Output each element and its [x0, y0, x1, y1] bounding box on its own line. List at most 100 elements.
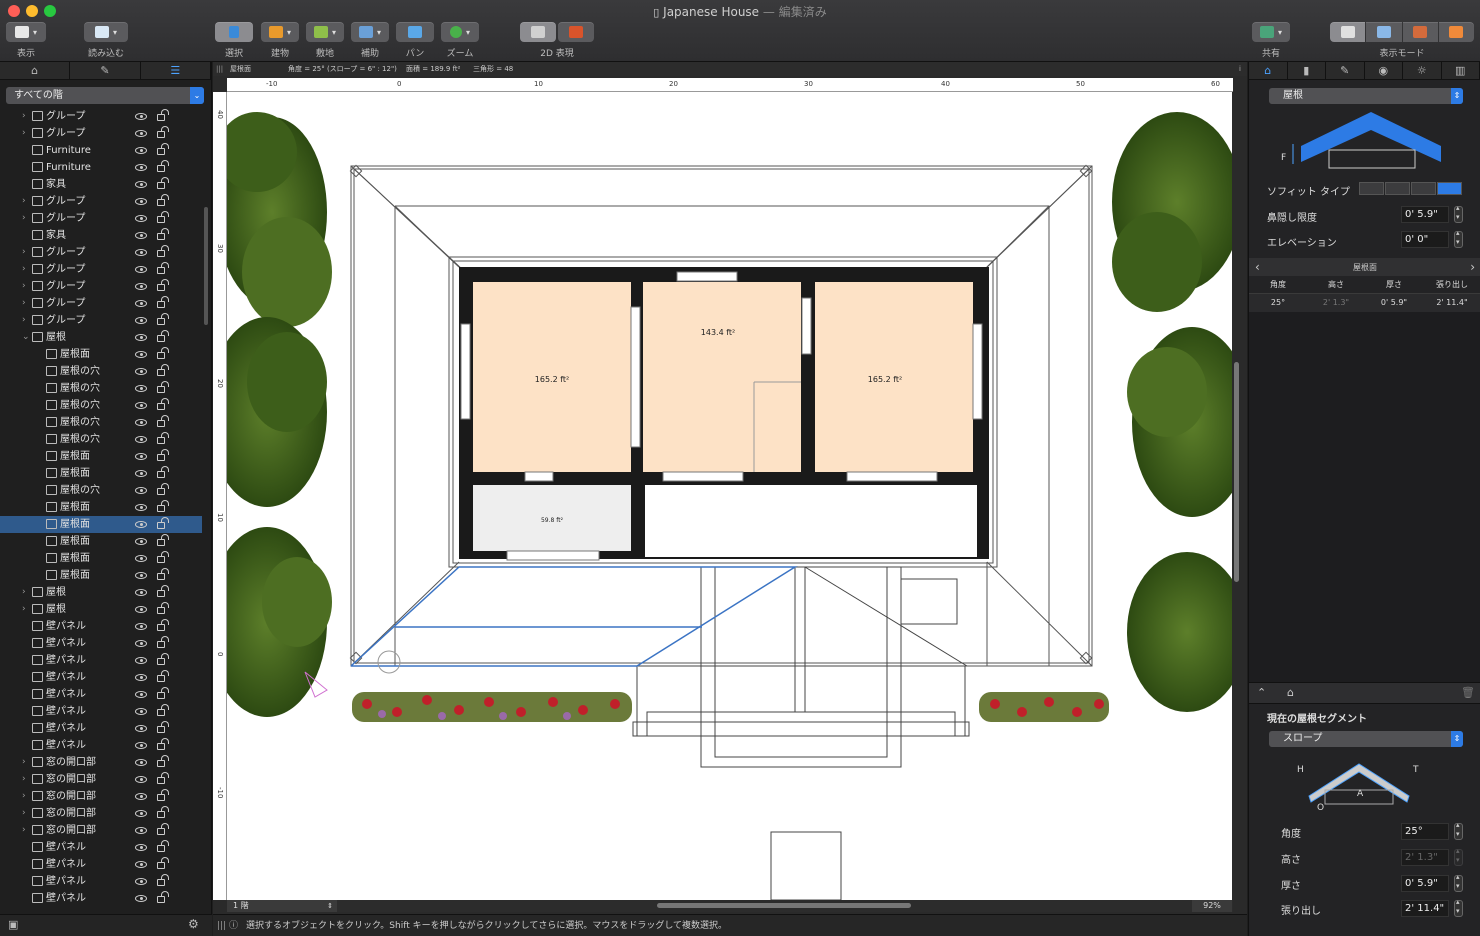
eye-icon[interactable]: [135, 385, 147, 392]
list-item[interactable]: 屋根面: [0, 516, 202, 533]
zoom-tool[interactable]: ▾ ズーム: [441, 22, 479, 59]
list-item[interactable]: 壁パネル: [0, 618, 202, 635]
list-item[interactable]: 壁パネル: [0, 635, 202, 652]
eye-icon[interactable]: [135, 317, 147, 324]
eye-icon[interactable]: [135, 742, 147, 749]
eye-icon[interactable]: [135, 453, 147, 460]
viewmode-tool[interactable]: 表示モード: [1330, 22, 1474, 59]
eye-icon[interactable]: [135, 351, 147, 358]
list-item[interactable]: 屋根面: [0, 448, 202, 465]
eye-icon[interactable]: [135, 436, 147, 443]
soffit-type-3-button[interactable]: [1411, 182, 1436, 195]
tab-object[interactable]: ⌂: [1249, 62, 1288, 79]
list-item[interactable]: Furniture: [0, 159, 202, 176]
unlock-icon[interactable]: [157, 194, 169, 206]
eye-icon[interactable]: [135, 657, 147, 664]
unlock-icon[interactable]: [157, 704, 169, 716]
list-item[interactable]: › 窓の開口部: [0, 822, 202, 839]
unlock-icon[interactable]: [157, 313, 169, 325]
zoom-level[interactable]: 92%: [1192, 900, 1232, 912]
unlock-icon[interactable]: [157, 177, 169, 189]
eye-icon[interactable]: [135, 113, 147, 120]
angle-stepper[interactable]: [1454, 821, 1463, 840]
eye-icon[interactable]: [135, 181, 147, 188]
plan-canvas[interactable]: 165.2 ft² 143.4 ft² 165.2 ft² 59.8 ft²: [227, 92, 1232, 900]
viewmode-plan-button[interactable]: [1330, 22, 1366, 42]
eye-icon[interactable]: [135, 572, 147, 579]
share-button[interactable]: ▾: [1252, 22, 1290, 42]
chevron-right-icon[interactable]: ›: [22, 312, 30, 329]
list-item[interactable]: › グループ: [0, 278, 202, 295]
table-row[interactable]: 25° 2' 1.3" 0' 5.9" 2' 11.4": [1249, 294, 1480, 312]
list-item[interactable]: 壁パネル: [0, 839, 202, 856]
site-button[interactable]: ▾: [306, 22, 344, 42]
chevron-right-icon[interactable]: ›: [22, 210, 30, 227]
list-item[interactable]: 壁パネル: [0, 856, 202, 873]
unlock-icon[interactable]: [157, 670, 169, 682]
list-item[interactable]: › 窓の開口部: [0, 788, 202, 805]
unlock-icon[interactable]: [157, 653, 169, 665]
tree-scrollbar[interactable]: [204, 207, 208, 325]
list-item[interactable]: ⌄ 屋根: [0, 329, 202, 346]
list-item[interactable]: 壁パネル: [0, 737, 202, 754]
plan-drawing[interactable]: 165.2 ft² 143.4 ft² 165.2 ft² 59.8 ft²: [227, 92, 1232, 900]
unlock-icon[interactable]: [157, 228, 169, 240]
unlock-icon[interactable]: [157, 347, 169, 359]
angle-field[interactable]: 25°: [1401, 823, 1449, 840]
eye-icon[interactable]: [135, 674, 147, 681]
viewmode-render-button[interactable]: [1438, 22, 1474, 42]
list-item[interactable]: › 屋根: [0, 601, 202, 618]
list-item[interactable]: › グループ: [0, 210, 202, 227]
unlock-icon[interactable]: [157, 126, 169, 138]
unlock-icon[interactable]: [157, 772, 169, 784]
unlock-icon[interactable]: [157, 619, 169, 631]
corridor[interactable]: [645, 485, 977, 557]
eye-icon[interactable]: [135, 198, 147, 205]
chevron-right-icon[interactable]: ›: [22, 601, 30, 618]
eye-icon[interactable]: [135, 487, 147, 494]
image-icon[interactable]: ▣: [8, 918, 18, 931]
add-segment-icon[interactable]: ⌃: [1257, 686, 1266, 699]
import-button[interactable]: ▾: [84, 22, 128, 42]
list-item[interactable]: 壁パネル: [0, 652, 202, 669]
list-item[interactable]: › グループ: [0, 108, 202, 125]
eye-icon[interactable]: [135, 300, 147, 307]
elevation-field[interactable]: 0' 0": [1401, 231, 1449, 248]
thickness-stepper[interactable]: [1454, 873, 1463, 892]
view-button[interactable]: ▾: [6, 22, 46, 42]
info-icon[interactable]: i: [1239, 62, 1241, 76]
canvas-vertical-scrollbar[interactable]: [1234, 362, 1239, 582]
tab-material[interactable]: ▮: [1288, 62, 1326, 79]
pan-tool[interactable]: パン: [396, 22, 434, 59]
eye-icon[interactable]: [135, 640, 147, 647]
share-tool[interactable]: ▾ 共有: [1252, 22, 1290, 59]
unlock-icon[interactable]: [157, 568, 169, 580]
list-item[interactable]: 屋根の穴: [0, 431, 202, 448]
floor-select[interactable]: すべての階 ⌄: [6, 87, 204, 104]
eye-icon[interactable]: [135, 147, 147, 154]
eye-icon[interactable]: [135, 164, 147, 171]
tab-library[interactable]: ⌂: [0, 62, 71, 79]
unlock-icon[interactable]: [157, 789, 169, 801]
eye-icon[interactable]: [135, 521, 147, 528]
chevron-right-icon[interactable]: ›: [22, 754, 30, 771]
chevron-right-icon[interactable]: ›: [22, 805, 30, 822]
chevron-right-icon[interactable]: ›: [22, 261, 30, 278]
list-item[interactable]: 壁パネル: [0, 669, 202, 686]
sidebar-toggle-icon[interactable]: |||: [216, 62, 223, 76]
unlock-icon[interactable]: [157, 364, 169, 376]
tab-object-list[interactable]: ☰: [141, 62, 211, 79]
eave-limit-stepper[interactable]: [1454, 204, 1463, 223]
chevron-right-icon[interactable]: ›: [22, 244, 30, 261]
eye-icon[interactable]: [135, 844, 147, 851]
unlock-icon[interactable]: [157, 483, 169, 495]
eye-icon[interactable]: [135, 827, 147, 834]
unlock-icon[interactable]: [157, 500, 169, 512]
eye-icon[interactable]: [135, 266, 147, 273]
room-2[interactable]: [643, 282, 801, 472]
aux-button[interactable]: ▾: [351, 22, 389, 42]
list-item[interactable]: 屋根面: [0, 533, 202, 550]
chevron-right-icon[interactable]: ›: [22, 278, 30, 295]
unlock-icon[interactable]: [157, 449, 169, 461]
unlock-icon[interactable]: [157, 602, 169, 614]
